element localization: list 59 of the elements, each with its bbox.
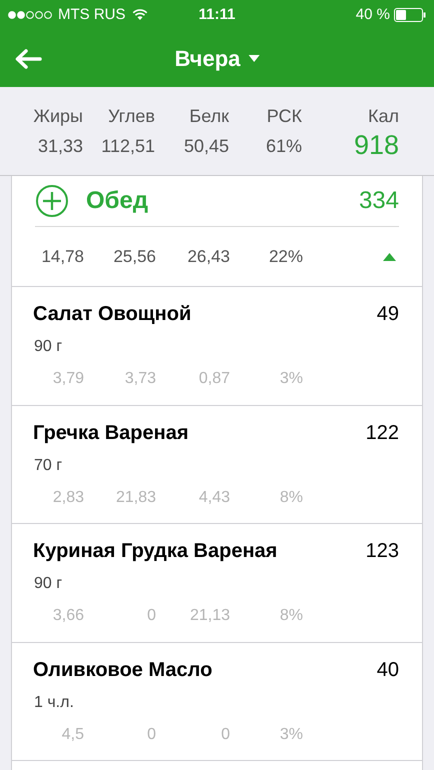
nutrient-value: 4,5 [62,724,84,744]
nutrient-value: 0 [147,606,156,626]
column-label: Углев [108,104,155,128]
meal-calories: 334 [358,186,399,216]
nutrient-value: 3,66 [52,606,84,626]
food-name: Куриная Грудка Вареная [33,539,278,564]
signal-icon [8,11,52,19]
nutrient-value: 0,87 [198,369,230,389]
nutrient-value: 8% [280,606,303,626]
add-food-button[interactable] [36,185,68,217]
column-label: РСК [266,104,302,128]
food-item[interactable]: Куриная Грудка Вареная 123 90 г 3,66 0 21,13 8% [12,524,422,642]
date-dropdown[interactable]: Вчера [174,42,260,75]
carrier-name: MTS RUS [58,4,126,25]
battery-icon [394,8,426,22]
food-calories: 122 [366,420,399,446]
food-item[interactable]: Гречка Вареная 122 70 г 2,83 21,83 4,43 8% [12,406,422,524]
nutrient-value: 0 [221,724,230,744]
nutrient-value: 0 [147,724,156,744]
nutrient-value: 21,13 [190,606,230,626]
nutrient-value: 4,43 [198,488,230,508]
food-portion: 90 г [34,575,62,592]
total-value: 112,51 [101,134,155,158]
food-name: Оливковое Масло [33,658,212,682]
nutrient-value: 3% [280,369,303,389]
meal-name: Обед [86,186,148,216]
meal-total-value: 22% [268,246,303,268]
food-portion: 1 ч.л. [34,694,74,710]
column-label: Кал [368,104,399,128]
total-value: 61% [266,134,302,158]
nutrient-value: 3% [280,724,303,744]
nutrient-value: 3,73 [124,369,156,389]
food-calories: 40 [376,658,399,682]
meal-total-value: 26,43 [187,246,230,268]
battery-percent: 40 % [356,4,390,25]
column-label: Жиры [33,104,83,128]
total-value: 50,45 [184,134,229,158]
meal-total-value: 25,56 [113,246,156,268]
back-arrow-icon [14,48,42,70]
food-portion: 70 г [34,456,62,474]
total-value: 31,33 [38,134,83,158]
food-item[interactable]: Салат Овощной 49 90 г 3,79 3,73 0,87 3% [12,287,422,406]
plus-icon [43,192,61,210]
wifi-icon [132,9,148,21]
food-calories: 49 [376,302,399,327]
meal-total-value: 14,78 [41,246,84,268]
food-portion: 90 г [34,338,62,355]
clock-time: 11:11 [198,4,236,25]
nutrient-value: 3,79 [52,369,84,389]
food-name: Гречка Вареная [33,420,188,446]
nutrient-value: 21,83 [116,488,156,508]
food-item[interactable]: Оливковое Масло 40 1 ч.л. 4,5 0 0 3% [12,642,422,761]
food-name: Салат Овощной [33,302,192,327]
total-calories: 918 [354,130,399,160]
nutrient-value: 8% [280,488,303,508]
food-calories: 123 [366,539,399,564]
column-label: Белк [189,104,229,128]
nutrient-value: 2,83 [52,488,84,508]
caret-icon [248,55,260,62]
